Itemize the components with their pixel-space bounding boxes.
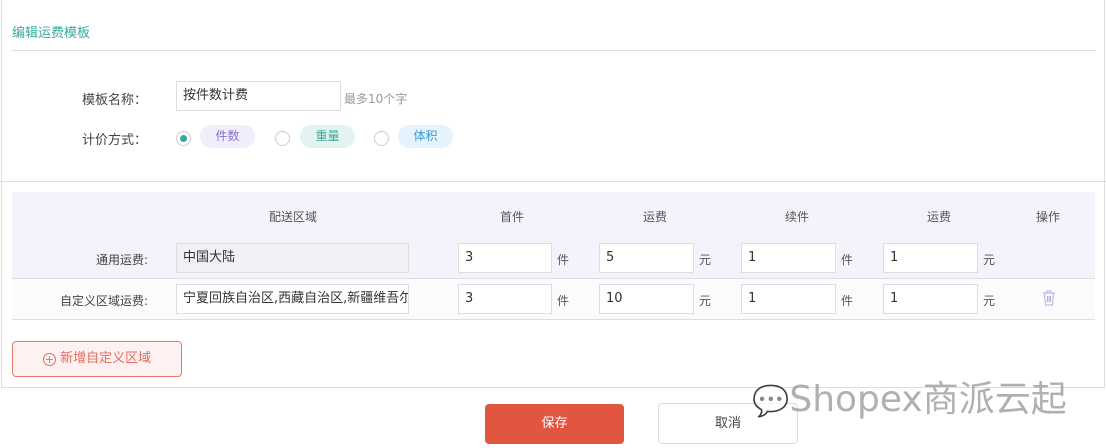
area-field[interactable]: 宁夏回族自治区,西藏自治区,新疆维吾尔自治区 (176, 284, 409, 314)
divider (12, 50, 1096, 51)
method-by-count[interactable]: 件数 (200, 125, 255, 148)
unit: 元 (983, 294, 996, 308)
extra-input[interactable]: 1 (741, 243, 836, 273)
watermark: 💬Shopex商派云起 (752, 379, 1067, 420)
method-by-weight[interactable]: 重量 (300, 125, 355, 148)
extra-fee-input[interactable]: 1 (883, 243, 978, 273)
unit: 元 (699, 253, 712, 267)
unit: 件 (557, 253, 570, 267)
method-by-volume[interactable]: 体积 (398, 125, 453, 148)
section-divider (0, 181, 1106, 182)
add-custom-region-label: 新增自定义区域 (60, 351, 152, 366)
extra-fee-input[interactable]: 1 (883, 284, 978, 314)
radio-by-count[interactable] (176, 131, 191, 146)
header-extra-fee: 运费 (926, 210, 952, 224)
template-name-hint: 最多10个字 (344, 92, 408, 106)
header-actions: 操作 (1035, 210, 1061, 224)
unit: 元 (983, 253, 996, 267)
table-row: 通用运费: 中国大陆 3 件 5 元 1 件 1 元 (12, 238, 1095, 279)
add-custom-region-button[interactable]: + 新增自定义区域 (12, 341, 182, 377)
header-extra: 续件 (784, 210, 810, 224)
radio-by-volume[interactable] (374, 131, 389, 146)
save-button[interactable]: 保存 (485, 404, 624, 444)
wechat-icon: 💬 (752, 384, 790, 419)
table-header: 配送区域 首件 运费 续件 运费 操作 (12, 192, 1095, 238)
page-title: 编辑运费模板 (12, 26, 91, 41)
pricing-method-label: 计价方式： (82, 133, 148, 148)
first-fee-input[interactable]: 10 (599, 284, 694, 314)
area-field: 中国大陆 (176, 243, 409, 273)
table-row: 自定义区域运费: 宁夏回族自治区,西藏自治区,新疆维吾尔自治区 3 件 10 元… (12, 279, 1095, 320)
row-label: 自定义区域运费: (59, 294, 148, 308)
trash-icon[interactable] (1042, 290, 1056, 306)
unit: 件 (557, 294, 570, 308)
first-input[interactable]: 3 (458, 284, 552, 314)
extra-input[interactable]: 1 (741, 284, 836, 314)
unit: 元 (699, 294, 712, 308)
template-name-input[interactable]: 按件数计费 (176, 81, 341, 111)
header-first: 首件 (499, 210, 525, 224)
template-name-label: 模板名称： (82, 93, 148, 108)
unit: 件 (841, 294, 854, 308)
header-area: 配送区域 (268, 210, 318, 224)
row-label: 通用运费: (95, 253, 148, 267)
unit: 件 (841, 253, 854, 267)
first-input[interactable]: 3 (458, 243, 552, 273)
plus-circle-icon: + (42, 353, 56, 366)
first-fee-input[interactable]: 5 (599, 243, 694, 273)
radio-by-weight[interactable] (275, 131, 290, 146)
header-first-fee: 运费 (642, 210, 668, 224)
